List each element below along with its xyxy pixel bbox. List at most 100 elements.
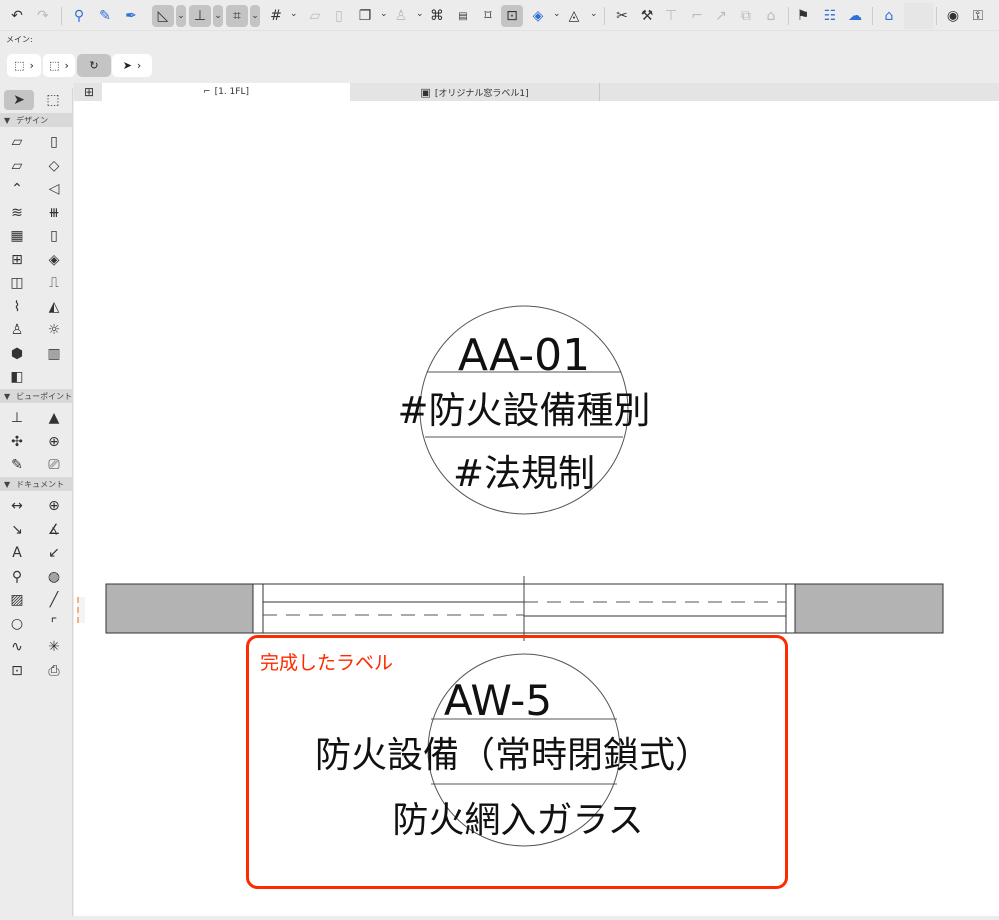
shape-icon[interactable]: ◬ bbox=[563, 5, 585, 27]
wall-end-tool-icon[interactable]: ◫ bbox=[6, 273, 28, 293]
spline-tool-icon[interactable]: ∿ bbox=[6, 637, 28, 657]
arrow-tool-button[interactable]: ➤ › bbox=[112, 54, 152, 77]
marquee-select-button[interactable]: ⬚ › bbox=[7, 54, 41, 77]
chevron-down-icon[interactable]: ⌄ bbox=[176, 5, 186, 27]
door-tool-icon[interactable]: ▯ bbox=[43, 226, 65, 246]
tab-window-label[interactable]: ▣ [オリジナル窓ラベル1] bbox=[350, 83, 600, 101]
offset-icon[interactable]: ⌐ bbox=[686, 5, 708, 27]
lock-unlock-icon[interactable]: ⚿ bbox=[967, 5, 989, 27]
slab-tool-icon[interactable]: ◇ bbox=[43, 156, 65, 176]
column-tool-icon[interactable]: ▯ bbox=[43, 132, 65, 152]
chevron-down-icon[interactable]: ⌄ bbox=[380, 9, 388, 19]
split-icon[interactable]: ✂ bbox=[611, 5, 633, 27]
cloud-icon[interactable]: ☁ bbox=[844, 5, 866, 27]
fill-icon[interactable]: ◈ bbox=[527, 5, 549, 27]
elevate-icon[interactable]: ⊤ bbox=[660, 5, 682, 27]
level-dimension-tool-icon[interactable]: ⊕ bbox=[43, 496, 65, 516]
railing-tool-icon[interactable]: ⧻ bbox=[43, 203, 65, 223]
chevron-down-icon[interactable]: ⌄ bbox=[416, 9, 424, 19]
visibility-icon[interactable]: ◉ bbox=[942, 5, 964, 27]
corner-window-tool-icon[interactable]: ⎍ bbox=[43, 273, 65, 293]
wall-tool-icon[interactable]: ▱ bbox=[6, 132, 28, 152]
area-select-button[interactable]: ⬚ › bbox=[43, 54, 75, 77]
label-aw5[interactable]: AW-5 防火設備（常時閉鎖式） 防火網入ガラス bbox=[315, 653, 711, 847]
interior-elevation-tool-icon[interactable]: ✣ bbox=[6, 432, 28, 452]
shell-tool-icon[interactable]: ◁ bbox=[43, 179, 65, 199]
polyline-tool-icon[interactable]: ⌜ bbox=[43, 614, 65, 634]
chevron-down-icon[interactable]: ⌄ bbox=[250, 5, 260, 27]
stair-tool-icon[interactable]: ≋ bbox=[6, 203, 28, 223]
camera-tool-icon[interactable]: ⎚ bbox=[43, 455, 65, 475]
morph-tool-icon[interactable]: ◭ bbox=[43, 297, 65, 317]
arrow-tool[interactable]: ➤ bbox=[4, 90, 34, 110]
text-tool-icon[interactable]: A bbox=[6, 543, 28, 563]
grid-snap-icon[interactable]: # bbox=[265, 5, 287, 27]
worksheet-tool-icon[interactable]: ⊕ bbox=[43, 432, 65, 452]
lock-icon[interactable]: ♙ bbox=[390, 5, 412, 27]
section-document[interactable]: ▼ ドキュメント bbox=[0, 477, 73, 491]
layer-outline-icon[interactable]: ❐ bbox=[354, 5, 376, 27]
window-plan[interactable] bbox=[105, 576, 944, 641]
trace-icon[interactable]: ⌘ bbox=[426, 5, 448, 27]
section-tool-icon[interactable]: ⊥ bbox=[6, 408, 28, 428]
marquee-tool[interactable]: ⬚ bbox=[42, 90, 64, 110]
section-viewpoint[interactable]: ▼ ビューポイント bbox=[0, 389, 73, 403]
object-tool-icon[interactable]: ♙ bbox=[6, 320, 28, 340]
eyedropper-icon[interactable]: ✎ bbox=[94, 5, 116, 27]
ruler-icon[interactable]: ▤ bbox=[452, 5, 474, 27]
angle-dimension-tool-icon[interactable]: ∡ bbox=[43, 520, 65, 540]
chevron-down-icon[interactable]: ⌄ bbox=[553, 9, 561, 19]
edit-nodes-icon[interactable]: ⊡ bbox=[501, 5, 523, 27]
house-check-icon[interactable]: ⌂ bbox=[878, 5, 900, 27]
tab-1fl[interactable]: ⌐ [1. 1FL] bbox=[102, 83, 350, 101]
roof-icon[interactable]: ⌂ bbox=[760, 5, 782, 27]
opening-tool-icon[interactable]: ◧ bbox=[6, 367, 28, 387]
drawing-tool-icon[interactable]: ⎙ bbox=[43, 661, 65, 681]
line-tool-icon[interactable]: ╱ bbox=[43, 590, 65, 610]
drawing-canvas[interactable]: AA-01 #防火設備種別 #法規制 AW-5 防火設備（常時閉鎖式） 防火網入… bbox=[74, 101, 999, 916]
beam-tool-icon[interactable]: ⏥ bbox=[6, 156, 28, 176]
inject-icon[interactable]: ✒ bbox=[120, 5, 142, 27]
figure-tool-icon[interactable]: ⊡ bbox=[6, 661, 28, 681]
curve-icon[interactable]: ↗ bbox=[710, 5, 732, 27]
plane-icon[interactable]: ▱ bbox=[304, 5, 326, 27]
chevron-down-icon[interactable]: ⌄ bbox=[213, 5, 223, 27]
marker-tool-icon[interactable]: ⚲ bbox=[6, 567, 28, 587]
center-icon[interactable]: ⌑ bbox=[477, 5, 499, 27]
resize-handle[interactable] bbox=[77, 597, 85, 623]
section-design[interactable]: ▼ デザイン bbox=[0, 113, 73, 127]
circle-tool-icon[interactable]: ○ bbox=[6, 614, 28, 634]
curtain-wall-tool-icon[interactable]: ▦ bbox=[6, 226, 28, 246]
zone-tool-icon[interactable]: ⬢ bbox=[6, 344, 28, 364]
radial-dimension-tool-icon[interactable]: ↘ bbox=[6, 520, 28, 540]
adjust-icon[interactable]: ⚒ bbox=[636, 5, 658, 27]
schedule-icon[interactable]: ☷ bbox=[819, 5, 841, 27]
guide-icon[interactable]: ◺ bbox=[152, 5, 174, 27]
dimension-tool-icon[interactable]: ↔ bbox=[6, 496, 28, 516]
grid-view-icon[interactable]: ⊞ bbox=[78, 83, 100, 101]
plane-vertical-icon[interactable]: ▯ bbox=[328, 5, 350, 27]
mesh-tool-icon[interactable]: ⌇ bbox=[6, 297, 28, 317]
redo-icon[interactable]: ↷ bbox=[32, 5, 54, 27]
undo-icon[interactable]: ↶ bbox=[6, 5, 28, 27]
pick-up-icon[interactable]: ⚲ bbox=[68, 5, 90, 27]
detail-tool-icon[interactable]: ✎ bbox=[6, 455, 28, 475]
coordinate-icon[interactable]: ⌗ bbox=[226, 5, 248, 27]
lamp-tool-icon[interactable]: ☼ bbox=[43, 320, 65, 340]
window-tool-icon[interactable]: ⊞ bbox=[6, 250, 28, 270]
hotspot-tool-icon[interactable]: ✳ bbox=[43, 637, 65, 657]
snap-guide-icon[interactable]: ⊥ bbox=[189, 5, 211, 27]
curtain-grid-tool-icon[interactable]: ▥ bbox=[43, 344, 65, 364]
roof-tool-icon[interactable]: ⌃ bbox=[6, 179, 28, 199]
rotate-button[interactable]: ↻ bbox=[77, 54, 111, 77]
chevron-down-icon[interactable]: ⌄ bbox=[290, 9, 298, 19]
hatch-tool-icon[interactable]: ▨ bbox=[6, 590, 28, 610]
chevron-down-icon[interactable]: ⌄ bbox=[590, 9, 598, 19]
fill-tool-icon[interactable]: ◍ bbox=[43, 567, 65, 587]
elevation-tool-icon[interactable]: ▲ bbox=[43, 408, 65, 428]
resize-icon[interactable]: ⧉ bbox=[735, 5, 757, 27]
flag-icon[interactable]: ⚑ bbox=[792, 5, 814, 27]
label-aa01[interactable]: AA-01 #防火設備種別 #法規制 bbox=[397, 305, 651, 515]
skylight-tool-icon[interactable]: ◈ bbox=[43, 250, 65, 270]
label-tool-icon[interactable]: ↙ bbox=[43, 543, 65, 563]
